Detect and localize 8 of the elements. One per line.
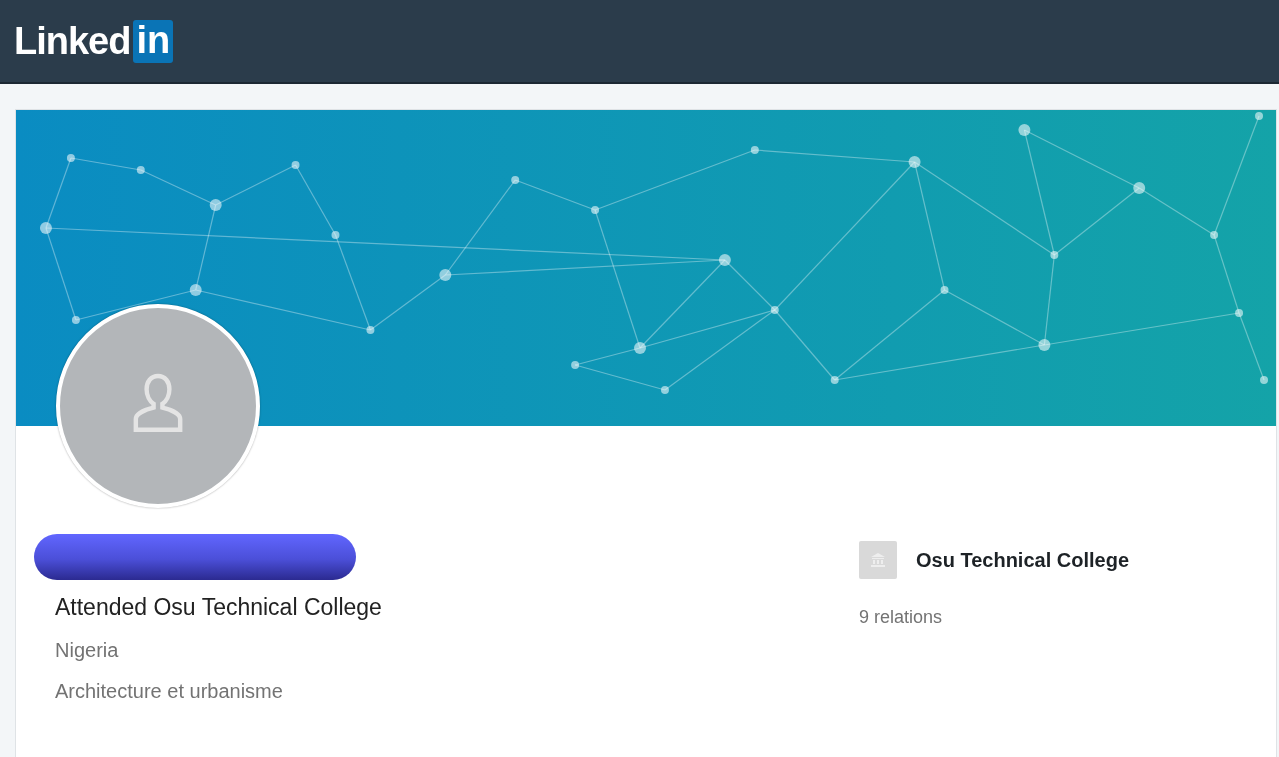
logo-badge: in <box>133 19 174 63</box>
profile-field: Architecture et urbanisme <box>55 680 859 703</box>
relations-count: 9 relations <box>859 607 944 628</box>
school-name[interactable]: Osu Technical College <box>916 548 1130 572</box>
profile-headline: Attended Osu Technical College <box>55 594 383 621</box>
logo[interactable]: Linked in <box>14 19 174 63</box>
profile-location: Nigeria <box>55 639 120 662</box>
logo-wordmark: Linked <box>14 19 131 63</box>
